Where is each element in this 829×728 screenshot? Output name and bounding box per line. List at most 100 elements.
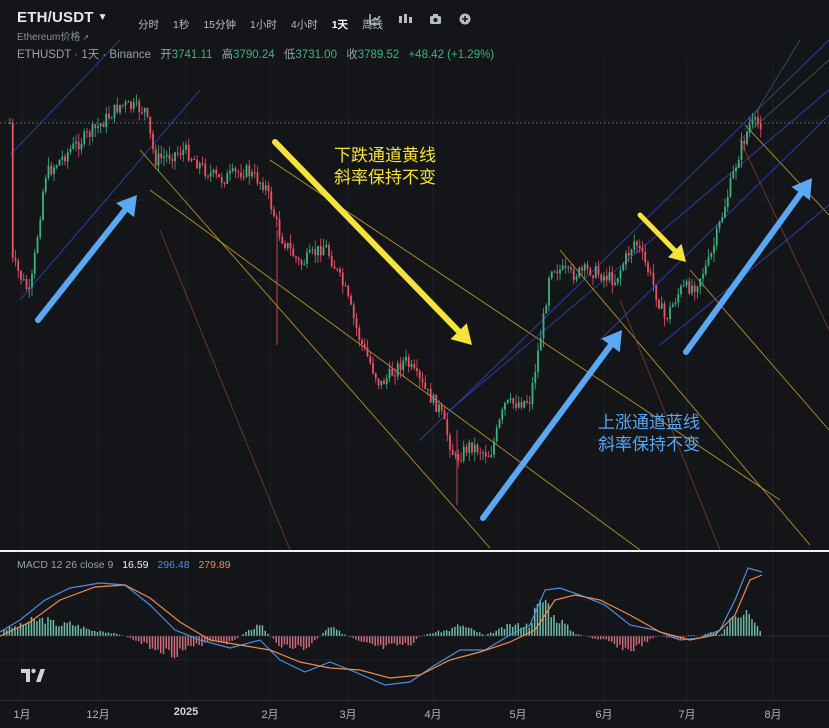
macd-legend: MACD 12 26 close 9 16.59 296.48 279.89 xyxy=(17,559,231,571)
macd-histogram-bar xyxy=(303,636,305,650)
macd-histogram-bar xyxy=(361,636,363,642)
candle-body xyxy=(540,338,542,350)
macd-histogram-bar xyxy=(366,636,368,642)
candle-body xyxy=(719,222,721,229)
symbol-selector[interactable]: ETH/USDT▼ xyxy=(17,9,108,26)
candle-body xyxy=(136,101,138,102)
x-axis-label: 1月 xyxy=(13,706,30,722)
macd-histogram-bar xyxy=(317,636,319,639)
macd-histogram-bar xyxy=(110,633,112,636)
candle-body xyxy=(427,389,429,390)
candle-body xyxy=(669,307,671,319)
candle-body xyxy=(433,395,435,403)
candle-body xyxy=(400,363,402,370)
candle-body xyxy=(680,286,682,294)
tradingview-logo[interactable] xyxy=(20,665,46,685)
candle-body xyxy=(688,281,690,293)
candle-body xyxy=(570,267,572,269)
candle-body xyxy=(34,253,36,274)
add-icon[interactable] xyxy=(459,13,471,25)
macd-histogram-bar xyxy=(748,614,750,636)
candle-body xyxy=(622,264,624,270)
interval-tab-3[interactable]: 1小时 xyxy=(250,17,277,32)
candle-body xyxy=(240,173,242,177)
macd-histogram-bar xyxy=(363,636,365,642)
candle-body xyxy=(182,150,184,155)
macd-histogram-bar xyxy=(66,623,68,636)
macd-histogram-bar xyxy=(352,636,354,638)
candle-body xyxy=(499,420,501,428)
macd-histogram-bar xyxy=(11,628,13,636)
candle-body xyxy=(705,265,707,274)
candle-body xyxy=(61,157,63,160)
candle-body xyxy=(512,398,514,403)
macd-histogram-bar xyxy=(36,621,38,636)
candle-body xyxy=(152,134,154,150)
pane-divider[interactable] xyxy=(0,550,829,552)
macd-histogram-bar xyxy=(141,636,143,644)
candle-body xyxy=(309,250,311,252)
macd-histogram-bar xyxy=(231,636,233,641)
candle-body xyxy=(325,245,327,247)
candle-body xyxy=(281,237,283,244)
camera-icon[interactable] xyxy=(429,13,442,25)
indicators-icon[interactable] xyxy=(398,13,412,25)
interval-tab-2[interactable]: 15分钟 xyxy=(203,17,236,32)
candle-body xyxy=(378,379,380,386)
interval-tab-1[interactable]: 1秒 xyxy=(173,17,189,32)
macd-histogram-bar xyxy=(264,631,266,636)
macd-histogram-bar xyxy=(179,636,181,648)
candle-body xyxy=(391,369,393,376)
macd-histogram-bar xyxy=(504,629,506,636)
macd-histogram-bar xyxy=(108,632,110,636)
candle-body xyxy=(210,173,212,177)
candle-body xyxy=(116,105,118,113)
candle-body xyxy=(383,381,385,384)
candle-body xyxy=(422,379,424,383)
candle-body xyxy=(408,357,410,367)
macd-histogram-bar xyxy=(757,626,759,636)
candle-body xyxy=(133,102,135,109)
macd-histogram-bar xyxy=(25,624,27,636)
interval-tab-5[interactable]: 1天 xyxy=(332,17,348,32)
candle-body xyxy=(166,155,168,157)
blue-arrow-left xyxy=(38,195,137,320)
x-axis-label: 2025 xyxy=(174,706,198,718)
macd-histogram-bar xyxy=(644,636,646,641)
candle-body xyxy=(59,160,61,166)
candle-body xyxy=(37,237,39,252)
macd-histogram-bar xyxy=(135,636,137,641)
interval-tab-0[interactable]: 分时 xyxy=(138,17,159,32)
macd-histogram-bar xyxy=(251,630,253,636)
candle-body xyxy=(600,275,602,281)
candle-body xyxy=(446,419,448,435)
macd-histogram-bar xyxy=(267,634,269,636)
candle-type-icon[interactable] xyxy=(369,13,381,25)
macd-histogram-bar xyxy=(732,617,734,636)
x-axis[interactable]: 1月12月20252月3月4月5月6月7月8月 xyxy=(0,700,829,728)
candle-body xyxy=(31,274,33,288)
macd-histogram-bar xyxy=(14,626,16,636)
candle-body xyxy=(455,454,457,455)
candle-body xyxy=(457,454,459,460)
candle-body xyxy=(592,275,594,277)
macd-histogram-bar xyxy=(564,624,566,636)
candle-body xyxy=(303,264,305,265)
channel-line xyxy=(690,270,829,430)
macd-histogram-bar xyxy=(75,626,77,636)
candle-body xyxy=(138,101,140,112)
candle-body xyxy=(193,159,195,160)
symbol-subtitle[interactable]: Ethereum价格↗ xyxy=(17,28,89,43)
interval-tab-4[interactable]: 4小时 xyxy=(291,17,318,32)
candle-body xyxy=(389,369,391,378)
candle-body xyxy=(537,351,539,372)
macd-histogram-bar xyxy=(435,632,437,636)
candle-body xyxy=(237,172,239,173)
candle-body xyxy=(587,264,589,268)
macd-histogram-bar xyxy=(399,636,401,644)
macd-histogram-bar xyxy=(413,636,415,643)
candle-body xyxy=(339,269,341,273)
price-chart[interactable] xyxy=(0,0,829,700)
candle-body xyxy=(614,282,616,284)
candle-body xyxy=(336,269,338,270)
